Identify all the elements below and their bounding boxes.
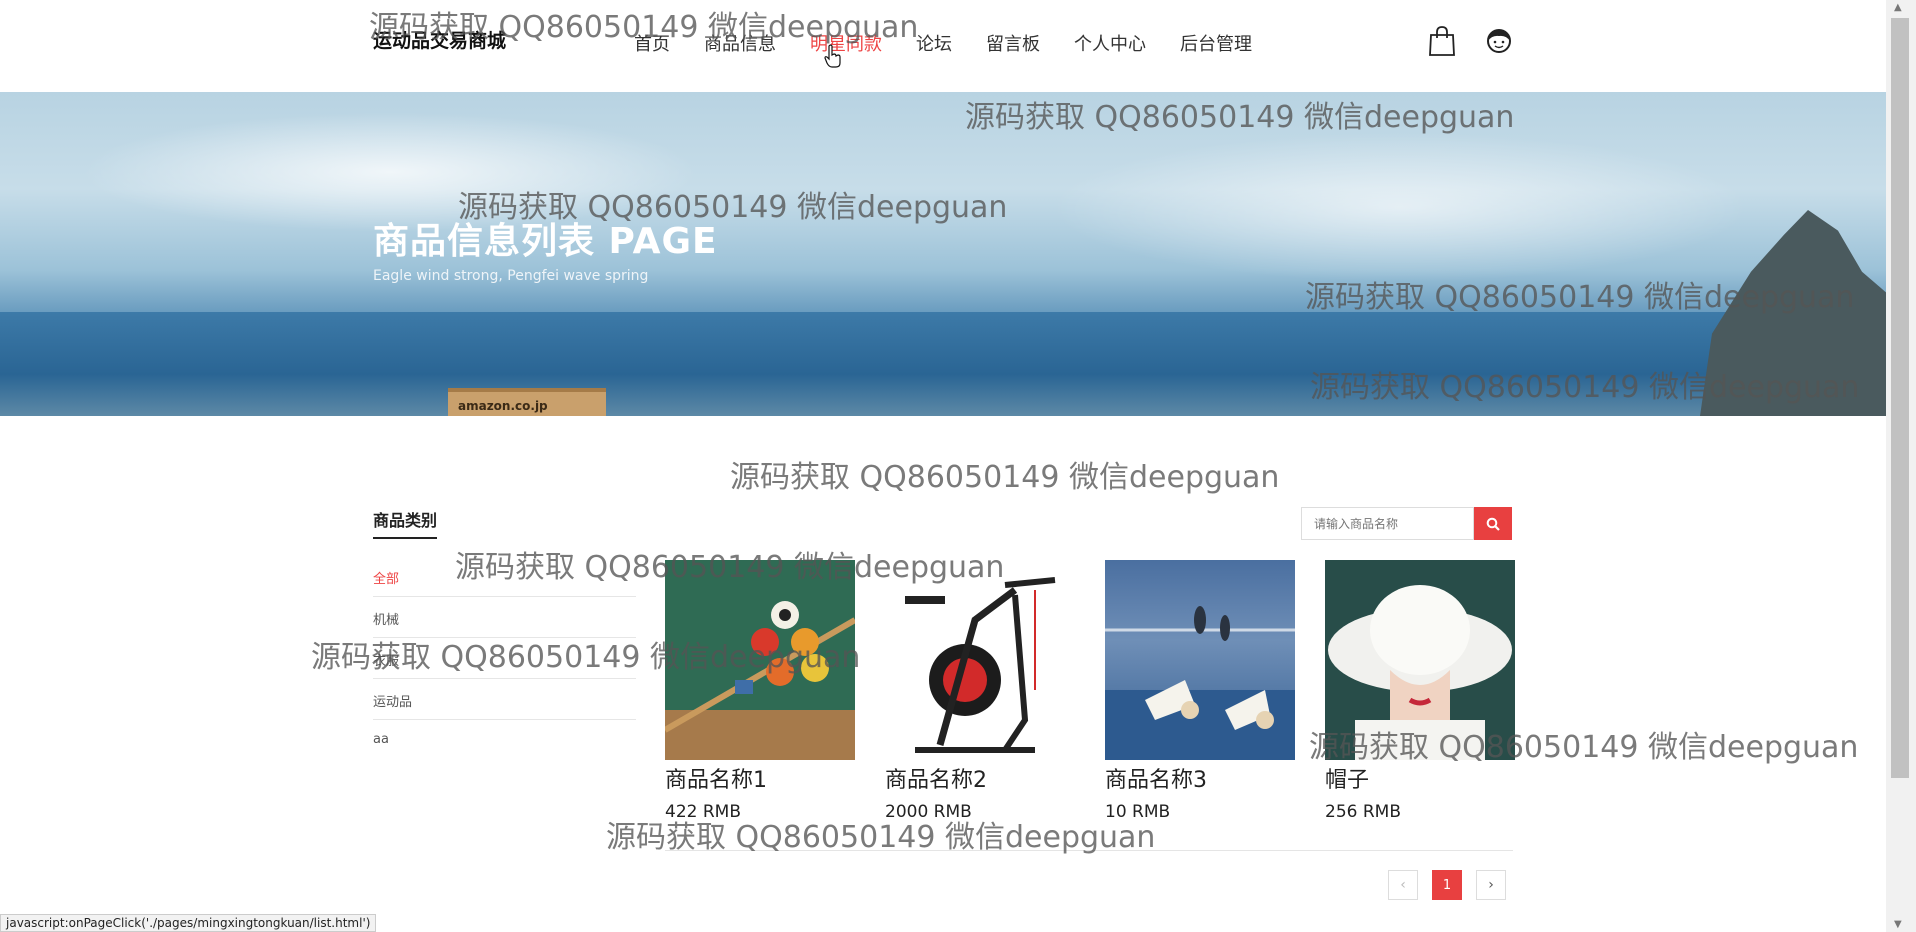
product-image-badminton-shuttlecocks[interactable] [1105, 560, 1295, 760]
search-input[interactable] [1301, 507, 1474, 540]
product-image-white-sun-hat[interactable] [1325, 560, 1515, 760]
content-divider [665, 850, 1513, 851]
search-icon [1486, 517, 1500, 531]
package-box-label: amazon.co.jp [458, 399, 548, 413]
hero-banner: amazon.co.jp 商品信息列表 PAGE Eagle wind stro… [0, 92, 1886, 416]
product-name[interactable]: 帽子 [1325, 762, 1515, 794]
site-logo[interactable]: 运动品交易商城 [373, 26, 506, 53]
product-grid: 商品名称1 422 RMB 商品名称2 2000 RMB 商品名称3 10 RM… [665, 560, 1515, 822]
nav-star-style[interactable]: 明星同款 [810, 30, 882, 56]
banner-title: 商品信息列表 PAGE [373, 221, 718, 262]
product-price: 10 RMB [1105, 802, 1171, 822]
main-nav: 首页 商品信息 明星同款 论坛 留言板 个人中心 后台管理 [634, 30, 1286, 56]
banner-package-box: amazon.co.jp [448, 388, 606, 416]
user-avatar-icon[interactable] [1486, 28, 1512, 54]
product-price: 2000 RMB [885, 802, 972, 822]
category-item-clothes[interactable]: 衣服 [373, 638, 636, 679]
nav-forum[interactable]: 论坛 [916, 30, 952, 56]
nav-message-board[interactable]: 留言板 [986, 30, 1040, 56]
product-card[interactable]: 商品名称1 422 RMB [665, 560, 855, 822]
pagination-prev-button[interactable]: ‹ [1388, 870, 1418, 900]
banner-subtitle: Eagle wind strong, Pengfei wave spring [373, 268, 649, 284]
product-image-exercise-bike[interactable] [885, 560, 1075, 760]
product-image-billiard-balls[interactable] [665, 560, 855, 760]
pagination-next-button[interactable]: › [1476, 870, 1506, 900]
category-item-sporting-goods[interactable]: 运动品 [373, 679, 636, 720]
category-item-machinery[interactable]: 机械 [373, 597, 636, 638]
product-search [1301, 507, 1512, 540]
category-item-all[interactable]: 全部 [373, 556, 636, 597]
shopping-bag-icon[interactable] [1428, 26, 1456, 56]
page: 运动品交易商城 首页 商品信息 明星同款 论坛 留言板 个人中心 后台管理 am… [0, 0, 1916, 932]
nav-admin[interactable]: 后台管理 [1180, 30, 1252, 56]
search-button[interactable] [1474, 507, 1512, 540]
scroll-up-arrow-icon[interactable]: ▲ [1894, 2, 1902, 13]
pagination-page-button[interactable]: 1 [1432, 870, 1462, 900]
nav-products[interactable]: 商品信息 [704, 30, 776, 56]
product-card[interactable]: 商品名称3 10 RMB [1105, 560, 1295, 822]
nav-personal-center[interactable]: 个人中心 [1074, 30, 1146, 56]
browser-status-bar: javascript:onPageClick('./pages/mingxing… [0, 914, 377, 932]
product-card[interactable]: 帽子 256 RMB [1325, 560, 1515, 822]
product-name[interactable]: 商品名称1 [665, 762, 855, 794]
watermark-text: 源码获取 QQ86050149 微信deepguan [730, 460, 1280, 495]
product-name[interactable]: 商品名称2 [885, 762, 1075, 794]
scrollbar-thumb[interactable] [1891, 18, 1909, 778]
scroll-down-arrow-icon[interactable]: ▼ [1894, 919, 1902, 930]
category-title: 商品类别 [373, 507, 438, 539]
vertical-scrollbar[interactable]: ▲ ▼ [1886, 0, 1916, 932]
category-item-aa[interactable]: aa [373, 720, 636, 761]
nav-home[interactable]: 首页 [634, 30, 670, 56]
top-header: 运动品交易商城 首页 商品信息 明星同款 论坛 留言板 个人中心 后台管理 [0, 0, 1886, 92]
product-name[interactable]: 商品名称3 [1105, 762, 1295, 794]
category-list: 全部 机械 衣服 运动品 aa [373, 556, 636, 761]
hand-cursor-icon [824, 44, 841, 68]
banner-sea [0, 312, 1886, 416]
pagination: ‹ 1 › [1388, 870, 1506, 900]
product-card[interactable]: 商品名称2 2000 RMB [885, 560, 1075, 822]
product-price: 422 RMB [665, 802, 741, 822]
banner-cloud [1050, 132, 1750, 282]
product-price: 256 RMB [1325, 802, 1401, 822]
